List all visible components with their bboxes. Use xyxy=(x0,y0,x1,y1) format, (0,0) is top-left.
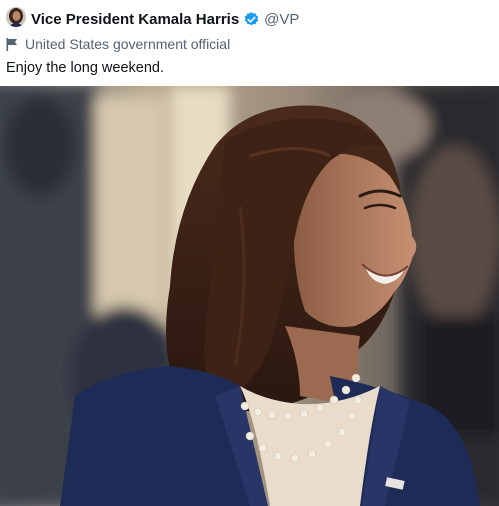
tweet-text: Enjoy the long weekend. xyxy=(6,60,164,76)
avatar[interactable] xyxy=(6,7,26,27)
government-label: United States government official xyxy=(6,35,230,53)
author-display-name[interactable]: Vice President Kamala Harris xyxy=(31,11,239,28)
tweet-header: Vice President Kamala Harris @VP United … xyxy=(0,0,499,86)
flag-icon xyxy=(6,37,18,51)
verified-badge-icon xyxy=(243,11,260,28)
author-row: Vice President Kamala Harris @VP xyxy=(31,9,299,29)
tweet-photo[interactable] xyxy=(0,86,499,506)
author-handle[interactable]: @VP xyxy=(264,11,299,28)
label-text: United States government official xyxy=(25,36,231,52)
